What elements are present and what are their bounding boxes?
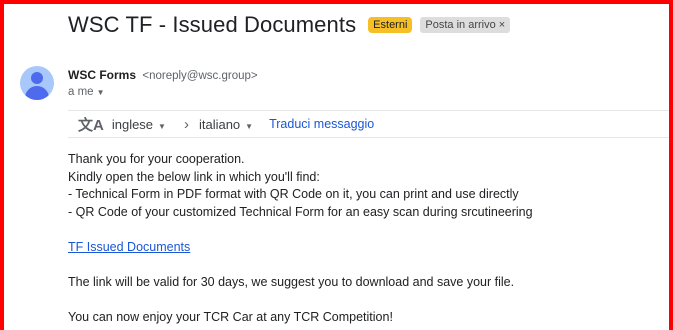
recipient-details-toggle[interactable]: a me ▼ xyxy=(68,86,105,98)
body-line: - Technical Form in PDF format with QR C… xyxy=(68,187,519,201)
body-line: You can now enjoy your TCR Car at any TC… xyxy=(68,309,393,324)
label-external-badge[interactable]: Esterni xyxy=(368,17,413,33)
target-language-label: italiano xyxy=(198,116,241,132)
caret-down-icon[interactable]: ▼ xyxy=(97,88,105,97)
avatar-body-shape xyxy=(25,86,49,100)
body-line: Kindly open the below link in which you'… xyxy=(68,169,320,184)
translate-icon: 文A xyxy=(78,116,104,134)
label-inbox-badge[interactable]: Posta in arrivo × xyxy=(420,17,511,33)
body-line: Thank you for your cooperation. xyxy=(68,152,245,166)
highlight-frame-right xyxy=(669,0,673,330)
source-language-select[interactable]: inglese ▼ xyxy=(112,117,166,132)
sender-email: <noreply@wsc.group> xyxy=(142,70,258,82)
close-icon[interactable]: × xyxy=(499,19,505,31)
translate-bar: 文A inglese ▼ › italiano ▼ Traduci messaggi… xyxy=(68,110,673,138)
sender-name[interactable]: WSC Forms xyxy=(68,68,136,82)
sender-row: WSC Forms <noreply@wsc.group> xyxy=(68,68,258,82)
translate-message-link[interactable]: Traduci messaggio xyxy=(269,117,374,131)
body-line: - QR Code of your customized Technical F… xyxy=(68,204,533,219)
source-language-label: inglese xyxy=(111,116,154,132)
chevron-right-icon: › xyxy=(183,115,189,133)
caret-down-icon: ▼ xyxy=(158,121,166,131)
caret-down-icon: ▼ xyxy=(245,121,254,131)
avatar-head-shape xyxy=(31,72,43,84)
label-inbox-text: Posta in arrivo xyxy=(425,19,496,31)
recipient-text: a me xyxy=(68,86,94,98)
email-subject: WSC TF - Issued Documents xyxy=(68,12,357,37)
email-body: Thank you for your cooperation. Kindly o… xyxy=(68,151,533,326)
subject-row: WSC TF - Issued Documents Esterni Posta … xyxy=(68,12,511,38)
body-line: The link will be valid for 30 days, we s… xyxy=(68,274,515,289)
tf-issued-documents-link[interactable]: TF Issued Documents xyxy=(68,240,190,254)
avatar[interactable] xyxy=(20,66,54,100)
target-language-select[interactable]: italiano ▼ xyxy=(199,117,253,132)
